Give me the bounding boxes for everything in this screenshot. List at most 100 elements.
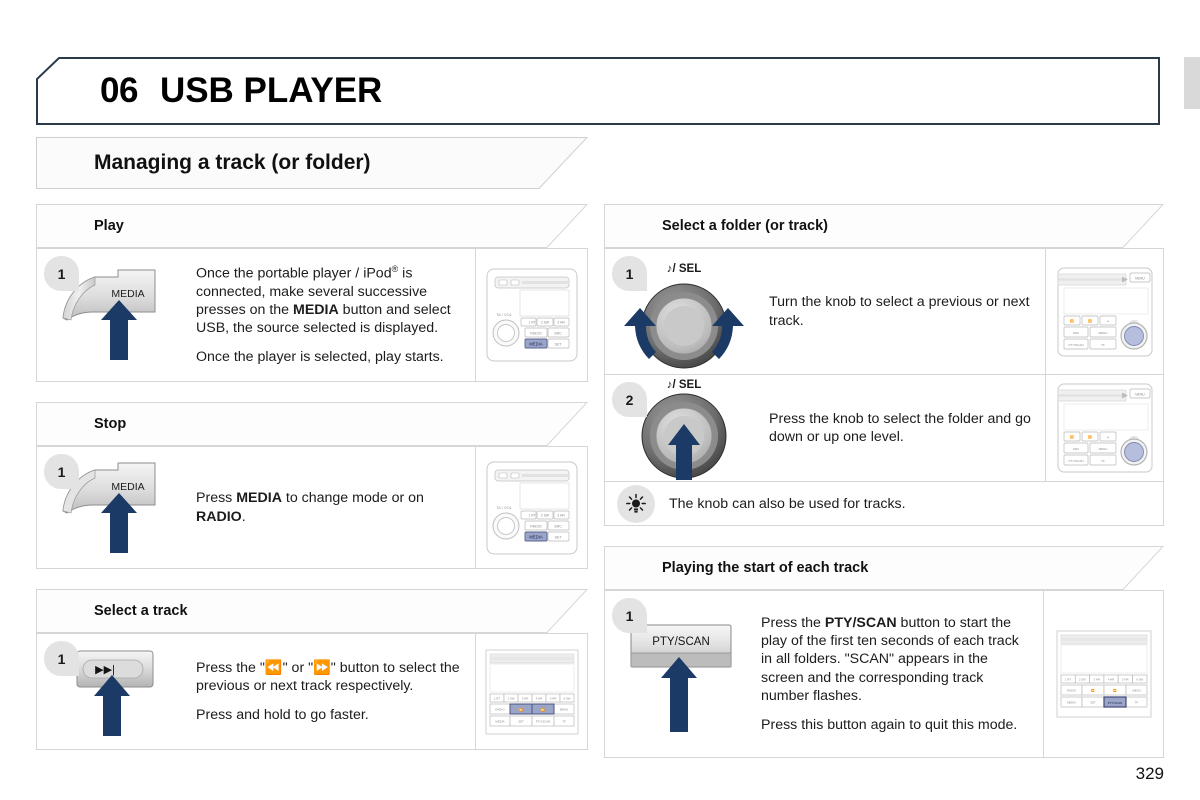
tip-bulb-icon — [617, 484, 655, 523]
svg-text:SRC: SRC — [1072, 331, 1079, 335]
subsection-label: Select a track — [94, 603, 188, 619]
svg-text:RADIO: RADIO — [1067, 689, 1077, 693]
radio-face-media-2: MEDIA TA / VOL 1 RT 2 SW 3 HR RADIO SRC … — [475, 447, 587, 568]
knob-label: ♪/ SEL — [667, 263, 702, 275]
step-block-stop-1: 1 MEDIA Press MEDIA to change mode or on… — [36, 446, 588, 569]
svg-text:MEDIA: MEDIA — [1067, 701, 1076, 705]
svg-text:MENU: MENU — [1135, 392, 1145, 396]
step-text-stop-1: Press MEDIA to change mode or on RADIO. — [192, 447, 475, 568]
svg-text:TF: TF — [1101, 459, 1105, 463]
radio-face-ptyscan-highlight-icon: 1 RT 2 SW 3 HR 4 HR 5 HR 6 SW RADIO ⏪ ⏩ MENU M… — [1056, 630, 1151, 718]
paragraph: Once the player is selected, play starts… — [196, 349, 444, 366]
step-text-play-1: Once the portable player / iPod® is conn… — [192, 249, 475, 381]
radio-face-skip-highlight-icon: 1 RT 2 SW 3 HR 4 HR 5 HR 6 SW RADIO MENU MEDI… — [485, 649, 578, 734]
svg-text:PTY/SCAN: PTY/SCAN — [1068, 459, 1083, 463]
section-title: Managing a track (or folder) — [94, 151, 371, 174]
svg-text:2 SW: 2 SW — [507, 696, 514, 700]
radio-face-knob-highlight-icon: MENU ⏪ ⏩ ⏯ SRC MENU PTY/SCAN TF ♪/SEL — [1057, 267, 1152, 356]
svg-text:⏩: ⏩ — [1088, 319, 1092, 323]
svg-text:⏪: ⏪ — [1070, 435, 1074, 439]
subsection-label: Playing the start of each track — [662, 560, 869, 576]
radio-face-media-highlight-icon: MEDIA TA / VOL 1 RT 2 SW 3 HR RADIO SRC … — [486, 461, 577, 554]
radio-face-knob-1: MENU ⏪ ⏩ ⏯ SRC MENU PTY/SCAN TF ♪/SEL — [1045, 249, 1163, 374]
subsection-label: Select a folder (or track) — [662, 218, 828, 234]
svg-text:TA / VOL: TA / VOL — [496, 505, 513, 510]
svg-text:3 HR: 3 HR — [1093, 678, 1099, 682]
svg-text:1 RT: 1 RT — [1064, 678, 1070, 682]
step-block-play-1: 1 MEDIA Once the portable player / iPod®… — [36, 248, 588, 382]
svg-text:3 HR: 3 HR — [557, 321, 565, 325]
step-block-playing-start-1: 1 PTY/SCAN Press the PTY/SCAN button to … — [604, 590, 1164, 758]
step-text-select-folder-2: Press the knob to select the folder and … — [765, 375, 1045, 481]
radio-face-knob-highlight-icon: MENU ⏪ ⏩ ⏯ SRC MENU PTY/SCAN TF ♪/SEL — [1057, 383, 1152, 473]
step-number-badge: 1 — [612, 256, 647, 291]
paragraph: Press MEDIA to change mode or on RADIO. — [196, 490, 424, 525]
chapter-title: USB PLAYER — [159, 71, 383, 110]
svg-text:2 SW: 2 SW — [540, 513, 549, 517]
svg-text:⏪: ⏪ — [1091, 689, 1095, 693]
svg-text:6 SW: 6 SW — [1136, 678, 1143, 682]
svg-text:MENU: MENU — [559, 707, 568, 711]
svg-text:MENU: MENU — [1132, 689, 1140, 693]
manual-page: 06 USB PLAYER Managing a track (or folde… — [0, 0, 1200, 800]
svg-text:2 SW: 2 SW — [540, 321, 549, 325]
paragraph: Turn the knob to select a previous or ne… — [769, 294, 1030, 329]
svg-text:MENU: MENU — [1098, 447, 1107, 451]
step-block-select-track-1: 1 ▶▶| Press the "⏪" or "⏩" button to sel… — [36, 633, 588, 750]
paragraph: Press the PTY/SCAN button to start the p… — [761, 614, 1019, 704]
step-block-select-folder-1: 1 ♪/ SEL Turn the knob to select a previ… — [604, 248, 1164, 375]
chapter-number: 06 — [100, 71, 138, 110]
subsection-heading-stop: Stop — [36, 402, 588, 446]
svg-text:MENU: MENU — [1135, 276, 1145, 280]
svg-text:⏪: ⏪ — [1070, 319, 1074, 323]
svg-text:RADIO: RADIO — [530, 524, 542, 528]
step-number-badge: 1 — [44, 256, 79, 291]
skip-button-label: ▶▶| — [95, 664, 115, 676]
svg-text:1 RT: 1 RT — [528, 513, 535, 517]
svg-text:3 HR: 3 HR — [557, 513, 565, 517]
pty-scan-label: PTY/SCAN — [652, 636, 710, 648]
paragraph: Press the "⏪" or "⏩" button to select th… — [196, 659, 460, 694]
tip-block-knob: The knob can also be used for tracks. — [604, 482, 1164, 526]
subsection-heading-play: Play — [36, 204, 588, 248]
svg-text:RADIO: RADIO — [530, 332, 542, 336]
step-block-select-folder-2: 2 ♪/ SEL Press the knob to select the fo… — [604, 375, 1164, 482]
svg-text:SET: SET — [554, 535, 562, 539]
step-text-select-track-1: Press the "⏪" or "⏩" button to select th… — [192, 634, 475, 749]
up-arrow-icon — [661, 656, 697, 732]
step-number-badge: 1 — [44, 641, 79, 676]
page-edge-strip — [1184, 57, 1200, 109]
paragraph: Press the knob to select the folder and … — [769, 410, 1031, 445]
svg-text:SET: SET — [554, 343, 562, 347]
paragraph: Once the portable player / iPod® is conn… — [196, 263, 451, 336]
radio-face-media-highlight-icon: MEDIA TA / VOL 1 RT 2 SW 3 HR RADIO SRC … — [486, 268, 577, 362]
subsection-label: Stop — [94, 416, 127, 432]
media-button-label: MEDIA — [111, 481, 144, 493]
svg-text:MENU: MENU — [1098, 331, 1107, 335]
page-number: 329 — [1135, 764, 1164, 783]
svg-text:TF: TF — [562, 719, 566, 723]
svg-text:4 HR: 4 HR — [535, 696, 542, 700]
svg-text:6 SW: 6 SW — [563, 696, 570, 700]
svg-text:PTY/SCAN: PTY/SCAN — [535, 719, 549, 723]
svg-text:1 RT: 1 RT — [493, 696, 499, 700]
svg-text:PTY/SCAN: PTY/SCAN — [1107, 701, 1121, 705]
subsection-heading-select-folder: Select a folder (or track) — [604, 204, 1164, 248]
svg-text:⏩: ⏩ — [1113, 689, 1117, 693]
knob-label: ♪/ SEL — [667, 379, 702, 391]
chapter-header: 06 USB PLAYER — [36, 57, 1160, 125]
svg-text:SRC: SRC — [554, 524, 562, 528]
page-title: 06 USB PLAYER — [100, 71, 382, 111]
left-column: Play 1 MEDIA Once the portable player / … — [36, 204, 588, 750]
svg-text:PTY/SCAN: PTY/SCAN — [1068, 343, 1083, 347]
svg-text:3 HR: 3 HR — [521, 696, 528, 700]
paragraph: Press this button again to quit this mod… — [761, 716, 1018, 733]
svg-text:2 SW: 2 SW — [1078, 678, 1085, 682]
svg-text:1 RT: 1 RT — [528, 321, 535, 325]
svg-text:5 HR: 5 HR — [549, 696, 556, 700]
tip-text: The knob can also be used for tracks. — [669, 495, 906, 512]
media-button-label: MEDIA — [111, 288, 144, 300]
step-number-badge: 1 — [44, 454, 79, 489]
radio-face-skip: 1 RT 2 SW 3 HR 4 HR 5 HR 6 SW RADIO MENU MEDI… — [475, 634, 587, 749]
